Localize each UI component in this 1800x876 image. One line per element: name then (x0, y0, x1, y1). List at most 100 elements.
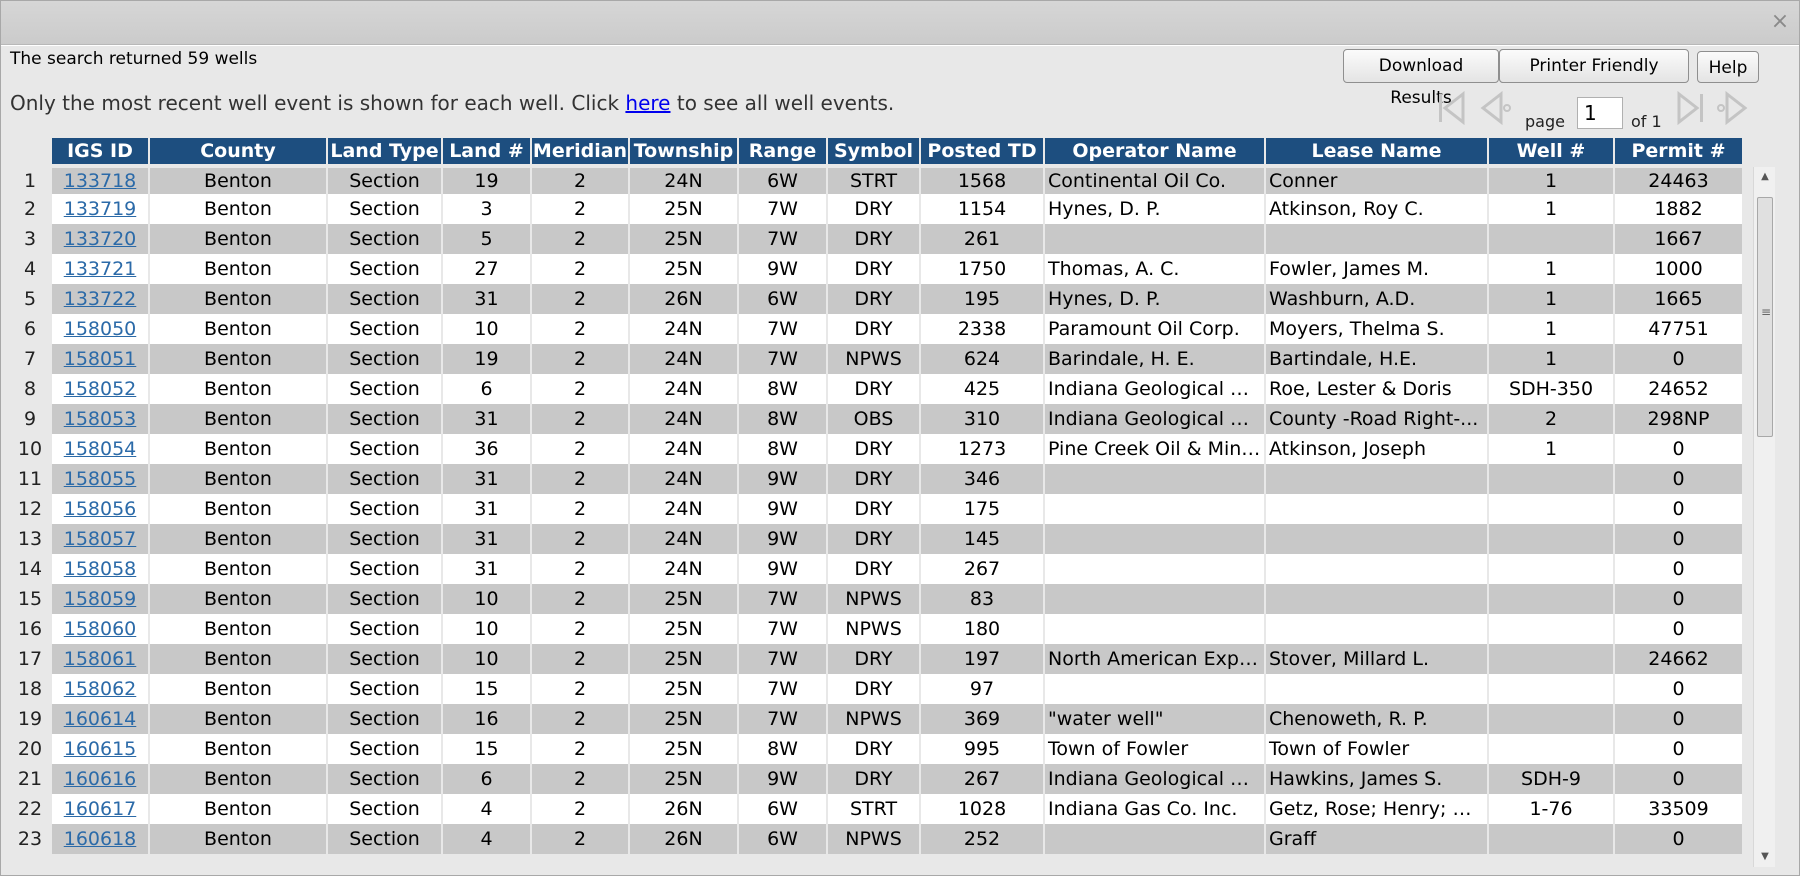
column-header[interactable]: County (150, 138, 328, 164)
table-cell (1045, 824, 1266, 854)
page-input[interactable] (1577, 97, 1623, 129)
table-row[interactable]: 15 158059 Benton Section 10 2 25N 7W NPWS 83 0 (10, 584, 1744, 614)
close-icon[interactable]: × (1769, 11, 1791, 33)
table-row[interactable]: 12 158056 Benton Section 31 2 24N 9W DRY 175 0 (10, 494, 1744, 524)
table-cell: 2 (532, 584, 630, 614)
table-cell (1266, 464, 1489, 494)
table-row[interactable]: 5 133722 Benton Section 31 2 26N 6W DRY 195 Hynes,… (10, 284, 1744, 314)
igs-id-link[interactable]: 158054 (64, 438, 137, 460)
table-row[interactable]: 9 158053 Benton Section 31 2 24N 8W OBS 310 Indian… (10, 404, 1744, 434)
table-row[interactable]: 19 160614 Benton Section 16 2 25N 7W NPWS 369 "wat… (10, 704, 1744, 734)
table-cell: 25N (630, 194, 739, 224)
table-cell: 16 (443, 704, 532, 734)
table-row[interactable]: 18 158062 Benton Section 15 2 25N 7W DRY 97 0 (10, 674, 1744, 704)
igs-id-link[interactable]: 133719 (64, 198, 137, 220)
table-row[interactable]: 14 158058 Benton Section 31 2 24N 9W DRY 267 0 (10, 554, 1744, 584)
table-cell (1266, 674, 1489, 704)
igs-id-link[interactable]: 158050 (64, 318, 137, 340)
table-cell: 0 (1615, 524, 1744, 554)
last-page-icon[interactable] (1673, 88, 1709, 128)
printer-friendly-button[interactable]: Printer Friendly (1499, 49, 1689, 83)
igs-id-link[interactable]: 133721 (64, 258, 137, 280)
igs-id-link[interactable]: 160617 (64, 798, 137, 820)
table-row[interactable]: 13 158057 Benton Section 31 2 24N 9W DRY 145 0 (10, 524, 1744, 554)
row-number: 6 (10, 314, 52, 344)
table-row[interactable]: 4 133721 Benton Section 27 2 25N 9W DRY 1750 Thoma… (10, 254, 1744, 284)
column-header[interactable]: Land # (443, 138, 532, 164)
table-cell: 1 (1489, 434, 1615, 464)
igs-id-link[interactable]: 160616 (64, 768, 137, 790)
table-row[interactable]: 1 133718 Benton Section 19 2 24N 6W STRT 1568 Cont… (10, 164, 1744, 194)
table-cell: 2 (532, 794, 630, 824)
column-header[interactable]: Posted TD (921, 138, 1045, 164)
column-header[interactable]: Range (739, 138, 828, 164)
table-row[interactable]: 23 160618 Benton Section 4 2 26N 6W NPWS 252 Graff… (10, 824, 1744, 854)
scroll-down-icon[interactable]: ▼ (1754, 847, 1776, 867)
column-header[interactable]: Operator Name (1045, 138, 1266, 164)
column-header[interactable]: Land Type (328, 138, 443, 164)
first-page-icon[interactable] (1433, 88, 1469, 128)
igs-id-link[interactable]: 160618 (64, 828, 137, 850)
igs-id-cell: 158062 (52, 674, 150, 704)
row-number: 23 (10, 824, 52, 854)
table-row[interactable]: 11 158055 Benton Section 31 2 24N 9W DRY 346 0 (10, 464, 1744, 494)
row-number: 19 (10, 704, 52, 734)
prev-page-icon[interactable] (1477, 88, 1513, 128)
table-row[interactable]: 16 158060 Benton Section 10 2 25N 7W NPWS 180 0 (10, 614, 1744, 644)
help-button[interactable]: Help (1697, 51, 1759, 83)
table-row[interactable]: 17 158061 Benton Section 10 2 25N 7W DRY 197 North… (10, 644, 1744, 674)
table-cell (1266, 554, 1489, 584)
igs-id-link[interactable]: 158053 (64, 408, 137, 430)
table-row[interactable]: 21 160616 Benton Section 6 2 25N 9W DRY 267 Indian… (10, 764, 1744, 794)
table-cell: 298NP (1615, 404, 1744, 434)
column-header[interactable]: Township (630, 138, 739, 164)
column-header[interactable]: Well # (1489, 138, 1615, 164)
table-cell (1045, 614, 1266, 644)
igs-id-link[interactable]: 158062 (64, 678, 137, 700)
table-cell (1489, 464, 1615, 494)
igs-id-link[interactable]: 158052 (64, 378, 137, 400)
igs-id-link[interactable]: 133720 (64, 228, 137, 250)
igs-id-link[interactable]: 158058 (64, 558, 137, 580)
column-header[interactable]: Symbol (828, 138, 921, 164)
table-row[interactable]: 20 160615 Benton Section 15 2 25N 8W DRY 995 Town … (10, 734, 1744, 764)
table-row[interactable]: 3 133720 Benton Section 5 2 25N 7W DRY 261 1667 (10, 224, 1744, 254)
igs-id-link[interactable]: 133718 (64, 170, 137, 192)
table-cell: Benton (150, 554, 328, 584)
table-row[interactable]: 22 160617 Benton Section 4 2 26N 6W STRT 1028 Indi… (10, 794, 1744, 824)
igs-id-link[interactable]: 160614 (64, 708, 137, 730)
table-cell: 6W (739, 794, 828, 824)
igs-id-link[interactable]: 160615 (64, 738, 137, 760)
table-row[interactable]: 7 158051 Benton Section 19 2 24N 7W NPWS 624 Barin… (10, 344, 1744, 374)
table-row[interactable]: 2 133719 Benton Section 3 2 25N 7W DRY 1154 Hynes,… (10, 194, 1744, 224)
scroll-thumb[interactable]: ≡ (1757, 197, 1773, 437)
igs-id-cell: 158057 (52, 524, 150, 554)
igs-id-link[interactable]: 158057 (64, 528, 137, 550)
table-row[interactable]: 10 158054 Benton Section 36 2 24N 8W DRY 1273 Pine… (10, 434, 1744, 464)
dialog-titlebar[interactable]: × (1, 1, 1799, 45)
table-cell: Section (328, 824, 443, 854)
table-cell: Section (328, 344, 443, 374)
column-header[interactable]: Meridian (532, 138, 630, 164)
download-results-button[interactable]: Download Results (1343, 49, 1499, 108)
table-cell: 2 (532, 464, 630, 494)
igs-id-link[interactable]: 158061 (64, 648, 137, 670)
igs-id-link[interactable]: 158055 (64, 468, 137, 490)
scroll-up-icon[interactable]: ▲ (1754, 167, 1776, 187)
igs-id-link[interactable]: 158059 (64, 588, 137, 610)
igs-id-link[interactable]: 158060 (64, 618, 137, 640)
all-events-link[interactable]: here (625, 91, 670, 115)
column-header[interactable]: Lease Name (1266, 138, 1489, 164)
column-header[interactable]: Permit # (1615, 138, 1744, 164)
grid-scrollbar[interactable]: ▲ ≡ ▼ (1753, 167, 1775, 867)
igs-id-link[interactable]: 133722 (64, 288, 137, 310)
igs-id-link[interactable]: 158056 (64, 498, 137, 520)
table-cell (1489, 614, 1615, 644)
table-cell: 175 (921, 494, 1045, 524)
table-row[interactable]: 8 158052 Benton Section 6 2 24N 8W DRY 425 Indiana… (10, 374, 1744, 404)
column-header[interactable]: IGS ID (52, 138, 150, 164)
table-row[interactable]: 6 158050 Benton Section 10 2 24N 7W DRY 2338 Param… (10, 314, 1744, 344)
igs-id-link[interactable]: 158051 (64, 348, 137, 370)
igs-id-cell: 158055 (52, 464, 150, 494)
next-page-icon[interactable] (1715, 88, 1751, 128)
